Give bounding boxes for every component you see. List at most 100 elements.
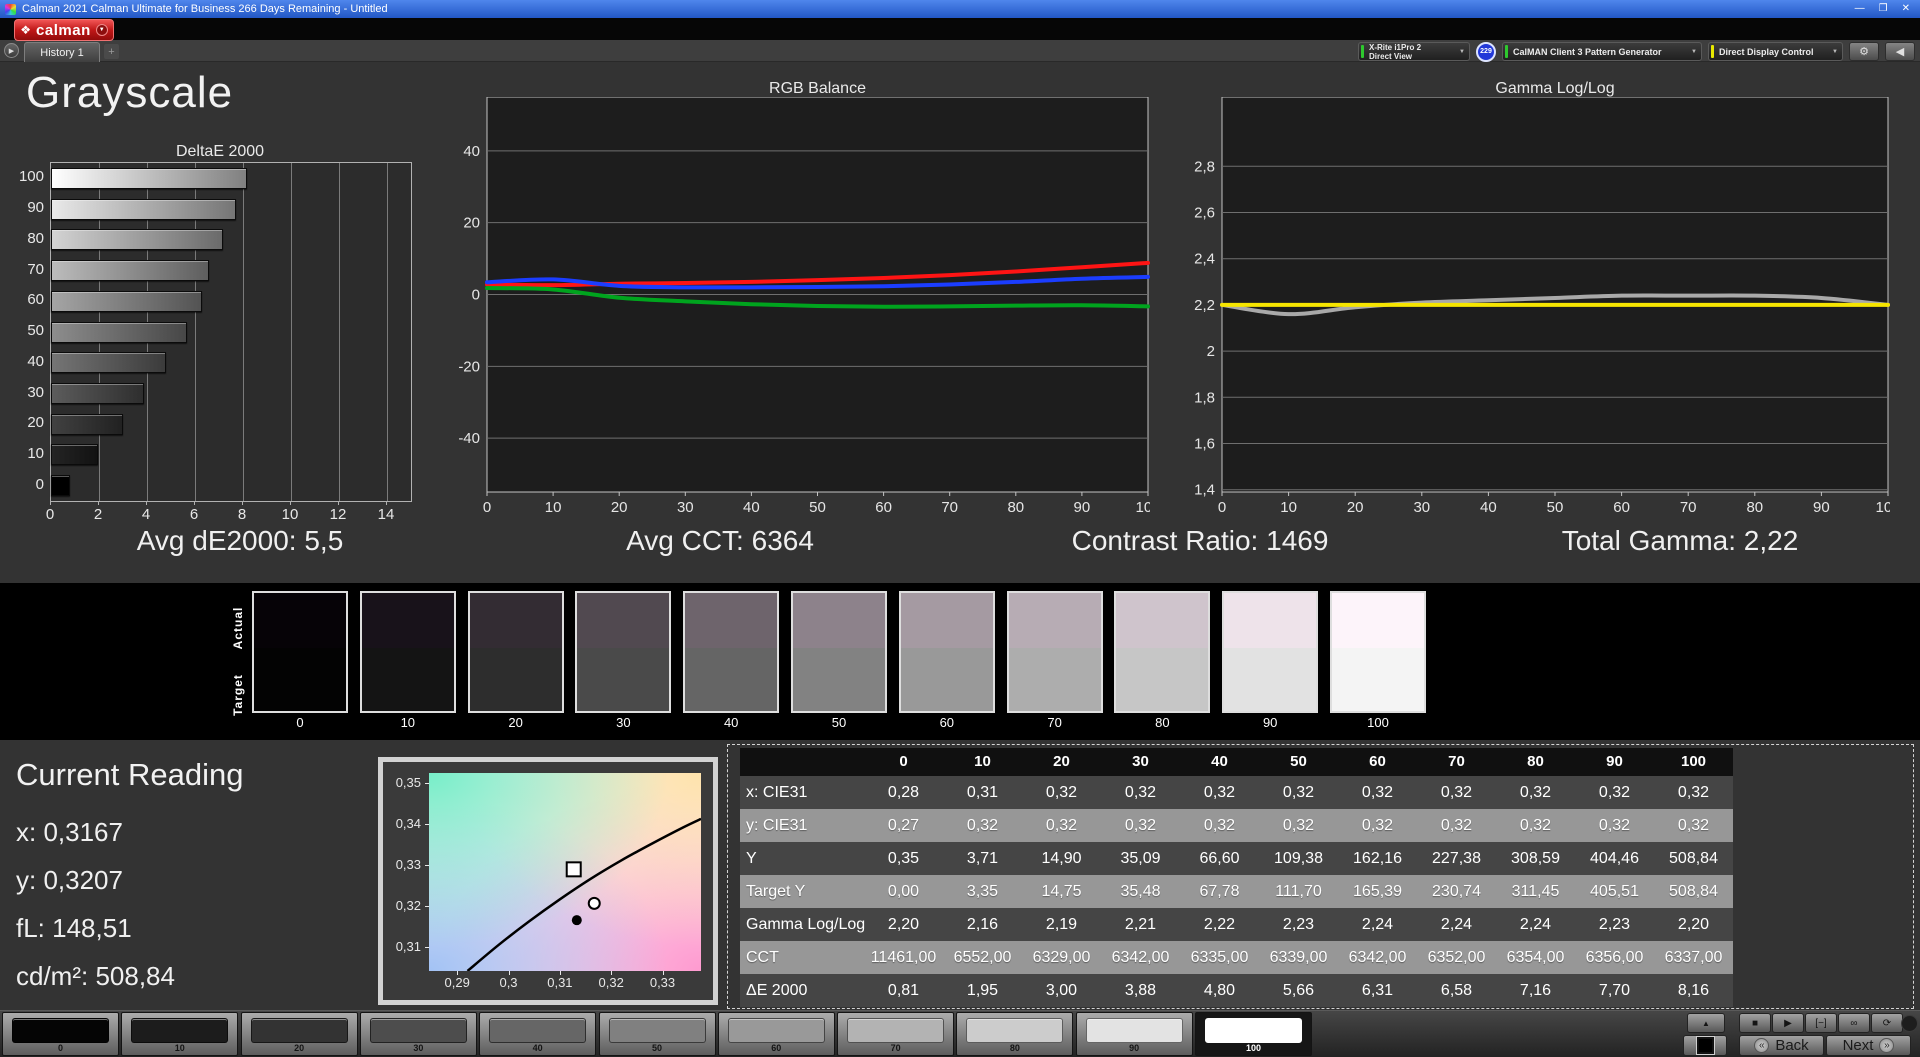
swatch-80 bbox=[1114, 591, 1211, 713]
expand-pattern-panel-button[interactable]: ▲ bbox=[1687, 1013, 1725, 1033]
deltae-ytick-label: 90 bbox=[27, 199, 44, 217]
swatch-actual-90 bbox=[1224, 593, 1317, 649]
table-row-label: Target Y bbox=[746, 883, 806, 900]
pattern-thumb-70[interactable]: 70 bbox=[837, 1012, 955, 1056]
window-title: Calman 2021 Calman Ultimate for Business… bbox=[22, 3, 388, 15]
deltae-xtick bbox=[290, 501, 291, 505]
swatch-actual-50 bbox=[793, 593, 885, 649]
rgb-balance-chart-title: RGB Balance bbox=[769, 80, 866, 97]
grayscale-swatch-band: Actual Target 0 10 20 30 40 50 60 70 80 90 100 bbox=[0, 583, 1920, 740]
current-reading bbox=[587, 896, 601, 910]
table-column-header: 60 bbox=[1369, 753, 1386, 770]
deltae-xtick bbox=[50, 501, 51, 505]
gamma-chart-title: Gamma Log/Log bbox=[1495, 80, 1615, 97]
settings-button[interactable]: ⚙ bbox=[1849, 42, 1879, 61]
table-cell: 0,35 bbox=[887, 850, 920, 867]
table-column-header: 10 bbox=[974, 753, 991, 770]
status-light bbox=[1901, 1015, 1918, 1032]
table-cell: 6356,00 bbox=[1585, 949, 1644, 966]
pattern-thumb-30[interactable]: 30 bbox=[359, 1012, 477, 1056]
cie-ytick bbox=[425, 947, 429, 949]
pattern-thumb-90[interactable]: 90 bbox=[1075, 1012, 1193, 1056]
table-cell: 0,32 bbox=[1282, 817, 1315, 834]
swatch-90 bbox=[1222, 591, 1319, 713]
tab-scroll-button[interactable]: ▶ bbox=[4, 43, 19, 58]
meter-count-badge[interactable]: 229 bbox=[1476, 41, 1496, 62]
pattern-thumb-100[interactable]: 100 bbox=[1195, 1012, 1312, 1056]
back-button[interactable]: « Back bbox=[1739, 1035, 1824, 1056]
calman-menu-button[interactable]: ❖ calman ▼ bbox=[14, 19, 114, 41]
table-cell: 2,24 bbox=[1361, 916, 1394, 933]
svg-text:20: 20 bbox=[1347, 499, 1364, 516]
next-button[interactable]: Next » bbox=[1826, 1035, 1911, 1056]
table-cell: 67,78 bbox=[1199, 883, 1240, 900]
deltae-ytick-label: 10 bbox=[27, 444, 44, 462]
table-cell: 7,16 bbox=[1519, 982, 1552, 999]
swatch-label: 50 bbox=[831, 715, 847, 730]
meter-select-button[interactable]: X-Rite i1Pro 2 Direct View ▼ bbox=[1358, 42, 1470, 61]
svg-text:100: 100 bbox=[1875, 499, 1890, 516]
pattern-thumb-20[interactable]: 20 bbox=[240, 1012, 358, 1056]
pattern-thumb-10[interactable]: 10 bbox=[121, 1012, 239, 1056]
close-button[interactable]: ✕ bbox=[1902, 0, 1910, 18]
tab-bar: ▶ History 1 + X-Rite i1Pro 2 Direct View… bbox=[0, 40, 1920, 62]
add-tab-button[interactable]: + bbox=[104, 44, 119, 59]
swatch-label: 70 bbox=[1047, 715, 1062, 730]
table-cell: 14,75 bbox=[1041, 883, 1082, 900]
pattern-generator-button[interactable]: CalMAN Client 3 Pattern Generator ▼ bbox=[1502, 42, 1702, 61]
pattern-swatch bbox=[608, 1018, 706, 1043]
swatch-label: 40 bbox=[723, 715, 739, 730]
deltae-chart-title: DeltaE 2000 bbox=[175, 143, 265, 160]
minimize-button[interactable]: — bbox=[1855, 0, 1865, 18]
table-cell: 311,45 bbox=[1511, 883, 1560, 900]
collapse-panel-button[interactable]: ◀ bbox=[1885, 42, 1915, 61]
pattern-swatch bbox=[369, 1018, 467, 1043]
table-row-label: ΔE 2000 bbox=[746, 982, 808, 999]
swatch-60 bbox=[898, 591, 995, 713]
stop-button[interactable]: ■ bbox=[1739, 1013, 1771, 1033]
pattern-thumb-60[interactable]: 60 bbox=[717, 1012, 835, 1056]
refresh-button[interactable]: ⟳ bbox=[1871, 1013, 1903, 1033]
swatch-actual-0 bbox=[254, 593, 346, 649]
cie-xtick bbox=[559, 971, 561, 975]
pattern-swatch bbox=[1205, 1018, 1302, 1043]
tab-history-1[interactable]: History 1 bbox=[24, 42, 100, 62]
reading-cdm2: cd/m²: 508,84 bbox=[16, 961, 175, 991]
table-cell: 6339,00 bbox=[1269, 949, 1328, 966]
table-cell: 14,90 bbox=[1041, 850, 1082, 867]
svg-text:50: 50 bbox=[809, 499, 826, 516]
deltae-bar-70 bbox=[51, 260, 209, 281]
deltae-bar-80 bbox=[51, 229, 223, 251]
deltae-ytick-label: 20 bbox=[27, 414, 44, 432]
table-row-label: x: CIE31 bbox=[746, 784, 808, 801]
table-cell: 1,95 bbox=[966, 982, 999, 999]
contrast-ratio-summary: Contrast Ratio: 1469 bbox=[1071, 525, 1329, 556]
table-cell: 3,88 bbox=[1124, 982, 1157, 999]
display-control-button[interactable]: Direct Display Control ▼ bbox=[1708, 42, 1843, 61]
current-reading-heading: Current Reading bbox=[16, 757, 244, 792]
deltae-ytick-label: 40 bbox=[27, 352, 44, 370]
deltae-bar-10 bbox=[51, 444, 98, 466]
swatch-target-10 bbox=[361, 648, 454, 711]
pattern-thumb-50[interactable]: 50 bbox=[598, 1012, 716, 1056]
gear-icon: ⚙ bbox=[1859, 46, 1869, 58]
pattern-swatch bbox=[250, 1018, 348, 1043]
pattern-thumb-40[interactable]: 40 bbox=[479, 1012, 597, 1056]
pattern-window-button[interactable] bbox=[1683, 1035, 1727, 1056]
table-cell: 6342,00 bbox=[1348, 949, 1407, 966]
deltae-bar-90 bbox=[51, 198, 236, 220]
avg-cct-summary: Avg CCT: 6364 bbox=[626, 525, 814, 556]
play-button[interactable]: ▶ bbox=[1772, 1013, 1804, 1033]
cie-ytick-label: 0,31 bbox=[395, 939, 421, 955]
pattern-thumb-0[interactable]: 0 bbox=[2, 1012, 119, 1056]
svg-text:50: 50 bbox=[1547, 499, 1564, 516]
swatch-target-80 bbox=[1116, 648, 1209, 711]
table-cell: 0,32 bbox=[1440, 817, 1473, 834]
loop-button[interactable]: ∞ bbox=[1838, 1013, 1870, 1033]
pattern-thumb-80[interactable]: 80 bbox=[956, 1012, 1074, 1056]
maximize-button[interactable]: ❐ bbox=[1879, 0, 1888, 18]
step-button[interactable]: [−] bbox=[1805, 1013, 1837, 1033]
table-column-header: 80 bbox=[1527, 753, 1544, 770]
display-status-bar bbox=[1711, 45, 1714, 58]
svg-text:30: 30 bbox=[1413, 499, 1430, 516]
